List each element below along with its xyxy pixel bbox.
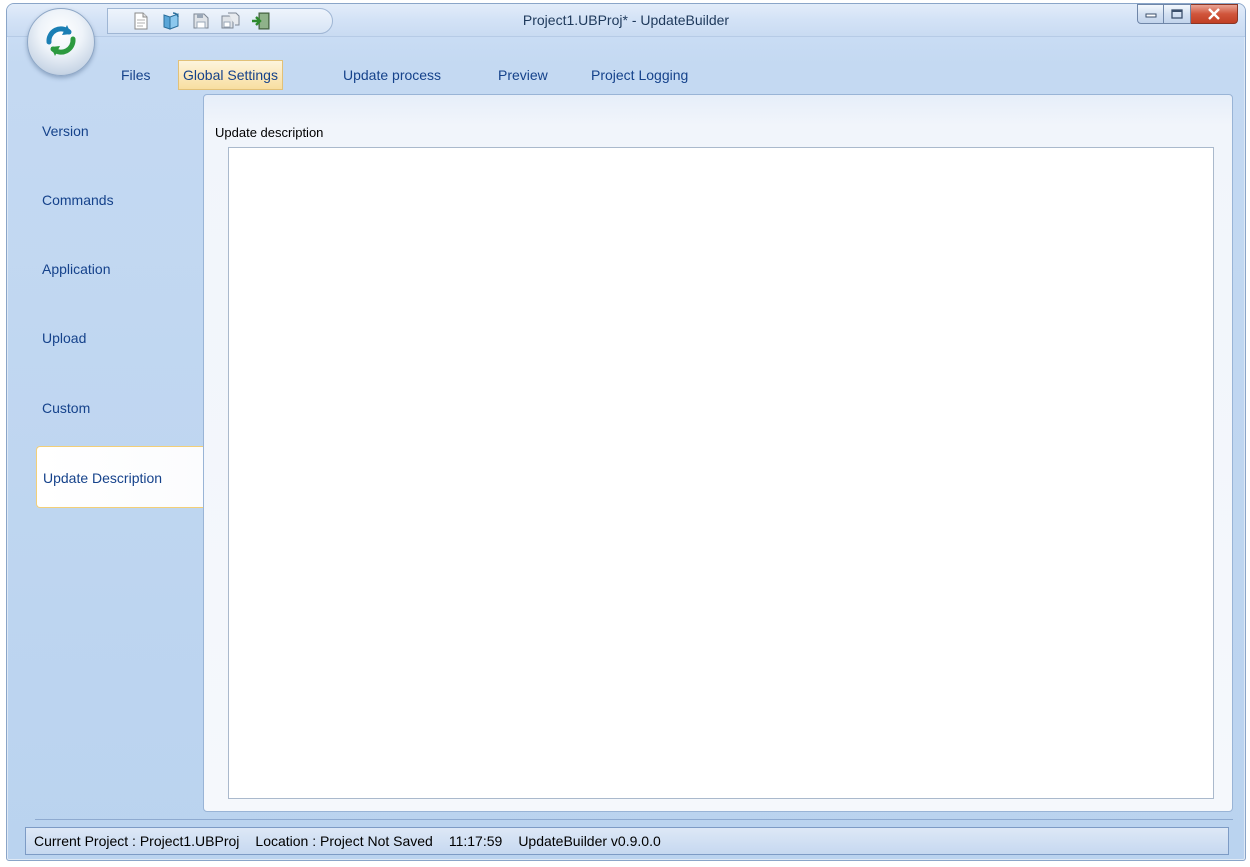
sidebar-item-version[interactable]: Version: [36, 100, 204, 162]
tab-update-process[interactable]: Update process: [343, 60, 441, 90]
tab-project-logging[interactable]: Project Logging: [591, 60, 688, 90]
update-description-input[interactable]: [228, 147, 1214, 799]
status-version: UpdateBuilder v0.9.0.0: [518, 833, 661, 849]
minimize-icon: [1145, 13, 1156, 18]
sidebar-item-custom[interactable]: Custom: [36, 377, 204, 439]
status-bar: Current Project : Project1.UBProj Locati…: [25, 827, 1229, 855]
maximize-button[interactable]: [1164, 4, 1191, 24]
title-bar[interactable]: Project1.UBProj* - UpdateBuilder: [7, 4, 1245, 37]
window-controls: [1137, 4, 1238, 26]
sidebar-item-upload[interactable]: Upload: [36, 307, 204, 369]
sidebar-item-application[interactable]: Application: [36, 238, 204, 300]
close-button[interactable]: [1191, 4, 1238, 24]
status-location: Location : Project Not Saved: [255, 833, 433, 849]
tab-global-settings[interactable]: Global Settings: [178, 60, 283, 90]
close-icon: [1208, 8, 1220, 20]
menu-bar: Files Global Settings Update process Pre…: [7, 60, 1245, 90]
maximize-icon: [1171, 9, 1183, 19]
content-panel: Update description: [203, 94, 1233, 812]
application-button[interactable]: [27, 8, 95, 76]
window-title: Project1.UBProj* - UpdateBuilder: [522, 12, 730, 28]
status-current-project: Current Project : Project1.UBProj: [34, 833, 240, 849]
sidebar-item-commands[interactable]: Commands: [36, 169, 204, 231]
status-time: 11:17:59: [448, 833, 503, 849]
tab-files[interactable]: Files: [121, 60, 151, 90]
tab-preview[interactable]: Preview: [498, 60, 548, 90]
sidebar-item-update-description[interactable]: Update Description: [36, 446, 204, 508]
divider: [35, 819, 1233, 820]
refresh-orb-icon: [46, 25, 76, 56]
app-window: Project1.UBProj* - UpdateBuilder Files G…: [6, 3, 1246, 861]
update-description-label: Update description: [215, 125, 324, 140]
minimize-button[interactable]: [1137, 4, 1164, 24]
